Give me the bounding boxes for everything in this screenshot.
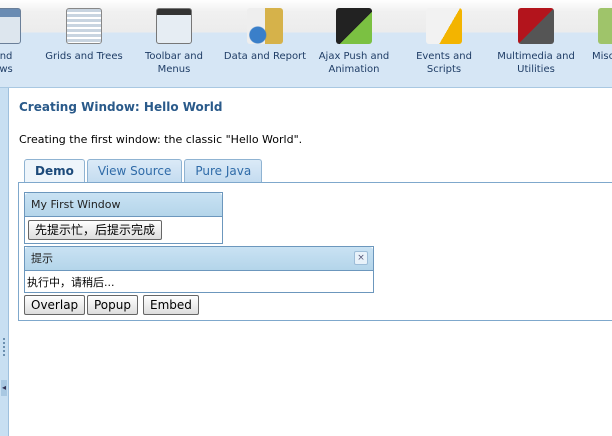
demo-panel: My First Window 先提示忙，后提示完成 提示 × 执行中，请稍后.… (18, 182, 612, 321)
windows-icon (0, 8, 21, 44)
notice-window: 提示 × 执行中，请稍后... (24, 246, 374, 293)
embed-button[interactable]: Embed (143, 295, 199, 315)
page-title: Creating Window: Hello World (19, 100, 223, 114)
busy-then-done-button[interactable]: 先提示忙，后提示完成 (28, 220, 163, 240)
notice-message: 执行中，请稍后... (27, 276, 115, 289)
category-bar: and ows Grids and Trees Toolbar and Menu… (0, 0, 612, 88)
category-data-report[interactable]: Data and Report (222, 8, 308, 63)
my-first-window: My First Window 先提示忙，后提示完成 (24, 192, 223, 244)
collapse-arrow-icon[interactable]: ◂ (1, 380, 7, 396)
tab-pure-java[interactable]: Pure Java (184, 159, 263, 182)
tab-demo[interactable]: Demo (24, 159, 85, 183)
description: Creating the first window: the classic "… (19, 133, 303, 146)
multimedia-icon (518, 8, 554, 44)
database-icon (247, 8, 283, 44)
category-misc[interactable]: Misc (586, 8, 612, 63)
close-icon[interactable]: × (354, 251, 368, 265)
tab-bar: Demo View Source Pure Java (24, 159, 263, 183)
category-toolbar-menus[interactable]: Toolbar and Menus (134, 8, 214, 76)
popup-button[interactable]: Popup (87, 295, 138, 315)
category-multimedia[interactable]: Multimedia and Utilities (494, 8, 578, 76)
tab-view-source[interactable]: View Source (86, 159, 183, 182)
clapperboard-icon (336, 8, 372, 44)
toolbar-icon (156, 8, 192, 44)
category-events-scripts[interactable]: Events and Scripts (398, 8, 490, 76)
sidebar-splitter[interactable]: ◂ (0, 88, 9, 436)
misc-icon (598, 8, 612, 44)
window-title: My First Window (25, 193, 222, 217)
category-grids-trees[interactable]: Grids and Trees (44, 8, 124, 63)
grip-icon (3, 338, 5, 356)
script-icon (426, 8, 462, 44)
category-ajax-push[interactable]: Ajax Push and Animation (314, 8, 394, 76)
window-title: 提示 (25, 247, 373, 271)
grid-icon (66, 8, 102, 44)
overlap-button[interactable]: Overlap (24, 295, 86, 315)
category-windows[interactable]: and ows (0, 8, 28, 76)
